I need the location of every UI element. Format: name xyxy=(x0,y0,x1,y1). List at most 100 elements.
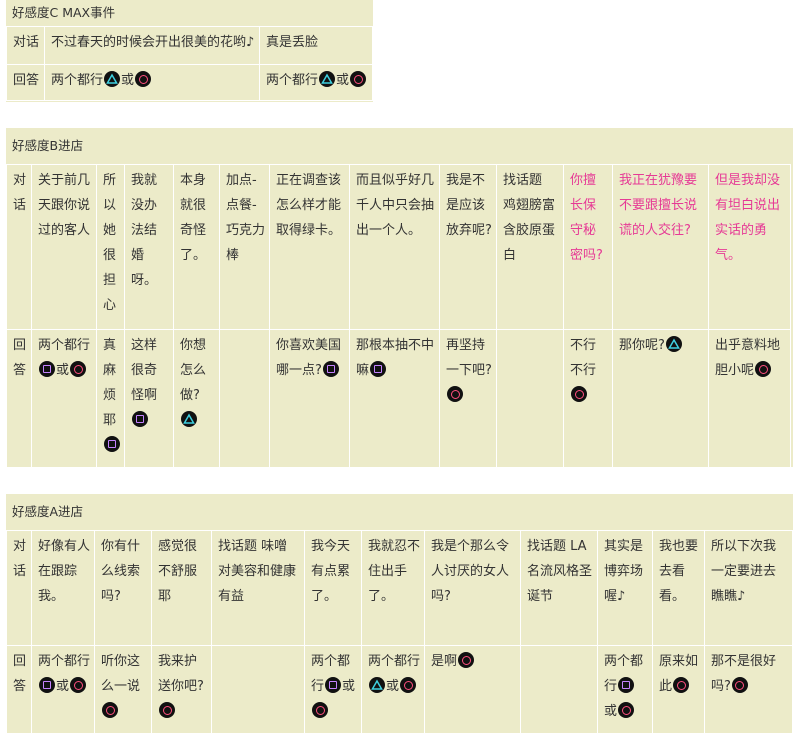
dialogue-cell: 所以她很担心 xyxy=(96,164,125,330)
answer-text: 听你这么一说 xyxy=(101,654,141,694)
circle-button-icon xyxy=(400,677,417,693)
answer-text: 或 xyxy=(56,679,70,694)
circle-button-icon xyxy=(350,71,367,87)
answer-cell: 真麻烦耶 xyxy=(96,329,125,468)
answer-text: 那根本抽不中嘛 xyxy=(356,338,435,378)
dialogue-cell: 我正在犹豫要不要跟擅长说谎的人交往? xyxy=(612,164,709,330)
circle-button-icon xyxy=(618,702,635,718)
answer-cell: 你喜欢美国哪一点? xyxy=(269,329,350,468)
dialogue-table: 对话 不过春天的时候会开出很美的花哟♪ 真是丢脸 回答 两个都行或两个都行或 xyxy=(6,26,373,101)
triangle-button-icon xyxy=(665,336,682,352)
answer-row: 回答 两个都行或 听你这么一说 我来护送你吧? 两个都行或两个都行或是啊 两个都行或 原来如… xyxy=(6,645,793,734)
dialogue-cell: 你擅长保守秘密吗? xyxy=(563,164,613,330)
section-title: 好感度B进店 xyxy=(12,138,84,153)
answer-cell: 原来如此 xyxy=(652,645,705,734)
answer-cell: 我来护送你吧? xyxy=(151,645,212,734)
answer-cell: 两个都行或 xyxy=(304,645,362,734)
answer-text: 或 xyxy=(121,73,135,88)
section-title: 好感度A进店 xyxy=(12,504,84,519)
answer-cell: 那你呢? xyxy=(612,329,709,468)
answer-cell: 两个都行 或 xyxy=(259,64,373,101)
answer-cell: 出乎意料地胆小呢 xyxy=(708,329,791,468)
answer-cell: 不行不行 xyxy=(563,329,613,468)
answer-text: 那你呢? xyxy=(619,338,665,353)
dialogue-table: 对话 好像有人在跟踪我。 你有什么线索吗? 感觉很不舒服耶 找话题 味噌对美容和健康有益… xyxy=(6,530,793,734)
answer-text: 或 xyxy=(336,73,350,88)
dialogue-cell: 我今天有点累了。 xyxy=(304,530,362,646)
square-button-icon xyxy=(325,677,342,693)
section-a-store: 好感度A进店对话 好像有人在跟踪我。 你有什么线索吗? 感觉很不舒服耶 找话题 味噌对美… xyxy=(6,494,793,734)
circle-button-icon xyxy=(70,677,87,693)
answer-cell: 那根本抽不中嘛 xyxy=(349,329,440,468)
circle-button-icon xyxy=(312,702,328,718)
circle-button-icon xyxy=(70,361,87,377)
dialogue-cell: 好像有人在跟踪我。 xyxy=(31,530,95,646)
dialogue-cell: 找话题 鸡翅膀富含胶原蛋白 xyxy=(496,164,564,330)
row-label: 回答 xyxy=(6,645,32,734)
triangle-button-icon xyxy=(319,71,336,87)
triangle-button-icon xyxy=(369,677,385,693)
dialogue-row: 对话 关于前几天跟你说过的客人 所以她很担心 我就没办法结婚呀。 本身就很奇怪了。 加点-… xyxy=(6,164,791,330)
answer-text: 或 xyxy=(604,704,618,719)
circle-button-icon xyxy=(447,386,463,402)
answer-text: 这样很奇怪啊 xyxy=(131,338,158,403)
dialogue-cell: 找话题 味噌对美容和健康有益 xyxy=(211,530,305,646)
answer-row: 回答 两个都行或两个都行或 xyxy=(6,64,373,101)
answer-cell: 这样很奇怪啊 xyxy=(124,329,174,468)
circle-button-icon xyxy=(159,702,175,718)
square-button-icon xyxy=(370,361,387,377)
dialogue-cell: 我也要去看看。 xyxy=(652,530,705,646)
dialogue-cell: 而且似乎好几千人中只会抽出一个人。 xyxy=(349,164,440,330)
answer-cell xyxy=(520,645,598,734)
answer-text: 两个都行 xyxy=(38,338,91,353)
row-label: 对话 xyxy=(6,164,32,330)
dialogue-cell: 找话题 LA名流风格圣诞节 xyxy=(520,530,598,646)
dialogue-cell: 真是丢脸 xyxy=(259,26,373,65)
dialogue-cell: 你有什么线索吗? xyxy=(94,530,152,646)
circle-button-icon xyxy=(731,677,748,693)
answer-cell: 两个都行或 xyxy=(361,645,425,734)
answer-text: 两个都行 xyxy=(51,73,104,88)
circle-button-icon xyxy=(458,652,475,668)
answer-cell: 那不是很好吗? xyxy=(704,645,793,734)
dialogue-cell: 我就忍不住出手了。 xyxy=(361,530,425,646)
dialogue-cell: 不过春天的时候会开出很美的花哟♪ xyxy=(44,26,260,65)
row-label: 回答 xyxy=(6,64,45,101)
row-label: 回答 xyxy=(6,329,32,468)
answer-cell: 听你这么一说 xyxy=(94,645,152,734)
answer-text: 两个都行 xyxy=(38,654,91,669)
dialogue-cell: 但是我却没有坦白说出实话的勇气。 xyxy=(708,164,791,330)
circle-button-icon xyxy=(135,71,152,87)
answer-cell: 两个都行或 xyxy=(31,645,95,734)
answer-cell xyxy=(211,645,305,734)
dialogue-cell: 我是个那么令人讨厌的女人吗? xyxy=(424,530,521,646)
answer-cell xyxy=(496,329,564,468)
dialogue-cell: 关于前几天跟你说过的客人 xyxy=(31,164,97,330)
circle-button-icon xyxy=(673,677,690,693)
answer-text: 两个都行 xyxy=(266,73,319,88)
dialogue-row: 对话 不过春天的时候会开出很美的花哟♪ 真是丢脸 xyxy=(6,26,373,65)
answer-cell: 再坚持一下吧? xyxy=(439,329,497,468)
dialogue-cell: 感觉很不舒服耶 xyxy=(151,530,212,646)
row-label: 对话 xyxy=(6,26,45,65)
dialogue-cell: 加点-点餐-巧克力棒 xyxy=(219,164,270,330)
answer-text: 或 xyxy=(386,679,400,694)
answer-cell: 是啊 xyxy=(424,645,521,734)
answer-cell: 两个都行或 xyxy=(597,645,653,734)
dialogue-cell: 其实是博弈场喔♪ xyxy=(597,530,653,646)
answer-cell xyxy=(219,329,270,468)
square-button-icon xyxy=(39,677,55,693)
square-button-icon xyxy=(132,411,148,427)
square-button-icon xyxy=(322,361,339,377)
answer-text: 两个都行 xyxy=(368,654,421,669)
triangle-button-icon xyxy=(181,411,197,427)
square-button-icon xyxy=(39,361,55,377)
answer-cell: 你想怎么做? xyxy=(173,329,220,468)
square-button-icon xyxy=(104,436,120,452)
circle-button-icon xyxy=(571,386,587,402)
row-label: 对话 xyxy=(6,530,32,646)
dialogue-cell: 本身就很奇怪了。 xyxy=(173,164,220,330)
answer-text: 或 xyxy=(56,363,70,378)
answer-row: 回答 两个都行或 真麻烦耶 这样很奇怪啊 你想怎么做? 你喜欢美国哪一点? 那根本抽不中嘛再… xyxy=(6,329,791,468)
dialogue-cell: 正在调查该怎么样才能取得绿卡。 xyxy=(269,164,350,330)
